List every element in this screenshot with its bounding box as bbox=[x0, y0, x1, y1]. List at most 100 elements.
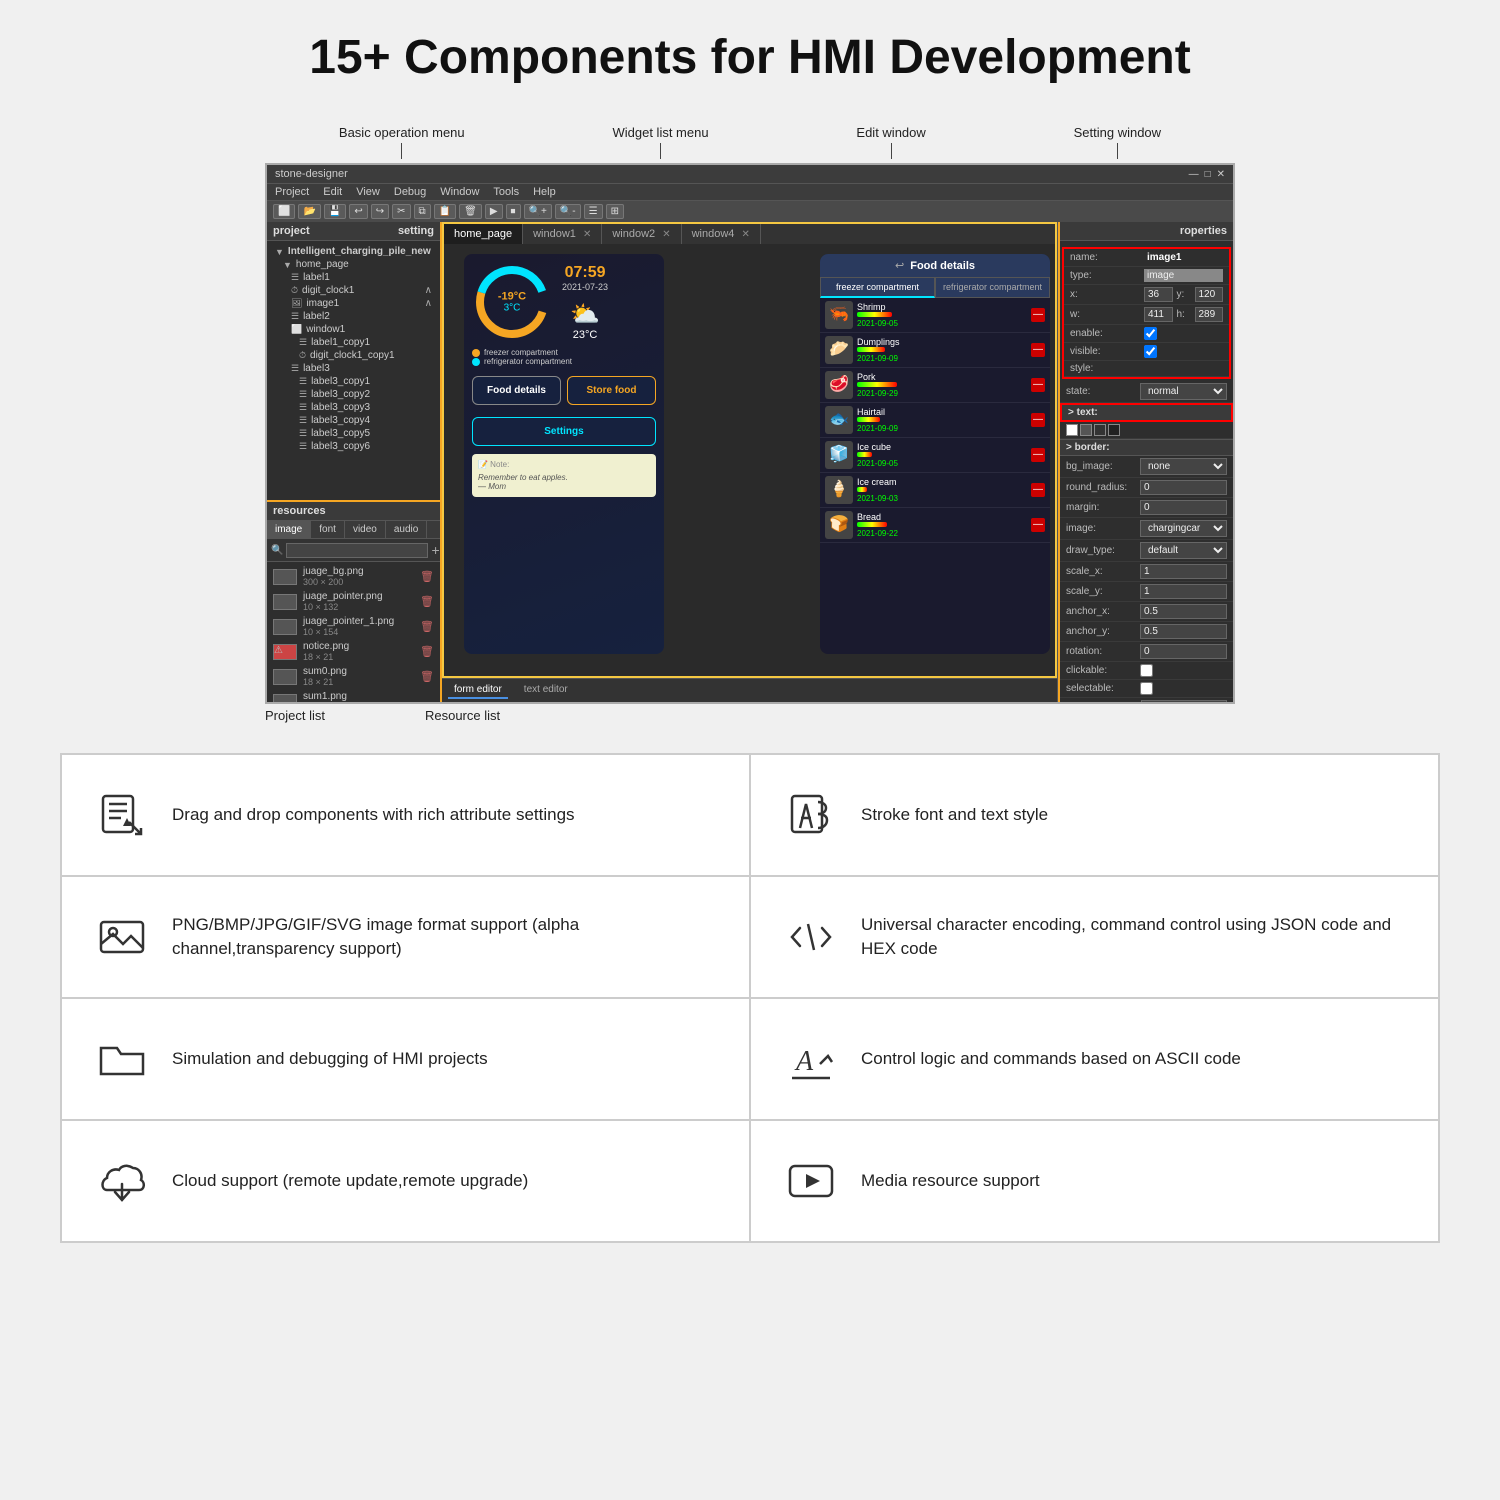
toolbar-save[interactable]: 💾 bbox=[324, 204, 346, 219]
prop-selectable-check[interactable] bbox=[1140, 682, 1153, 695]
delete-icon[interactable]: 🗑 bbox=[420, 570, 434, 583]
food-delete-btn[interactable]: — bbox=[1031, 378, 1045, 392]
prop-h-input[interactable] bbox=[1195, 307, 1224, 322]
toolbar-zoomout[interactable]: 🔍- bbox=[555, 204, 581, 219]
prop-color-swatch4[interactable] bbox=[1108, 424, 1120, 436]
hmi-store-food-btn[interactable]: Store food bbox=[567, 376, 656, 405]
tree-image1[interactable]: 🖼 image1 ∧ bbox=[267, 297, 440, 310]
toolbar-cut[interactable]: ✂ bbox=[392, 204, 410, 219]
menu-edit[interactable]: Edit bbox=[323, 186, 342, 198]
prop-anchor-x-input[interactable] bbox=[1140, 604, 1227, 619]
delete-icon[interactable]: 🗑 bbox=[420, 595, 434, 608]
ide-controls[interactable]: — □ ✕ bbox=[1189, 169, 1225, 180]
prop-state-select[interactable]: normal bbox=[1140, 383, 1227, 400]
prop-x-input[interactable] bbox=[1144, 287, 1173, 302]
tab-window1[interactable]: window1 ✕ bbox=[523, 224, 602, 244]
resource-item[interactable]: juage_pointer_1.png10 × 154 🗑 bbox=[267, 614, 440, 639]
food-delete-btn[interactable]: — bbox=[1031, 308, 1045, 322]
tree-digit-copy1[interactable]: ⏱ digit_clock1_copy1 bbox=[267, 349, 440, 362]
tree-label3-copy3[interactable]: ☰ label3_copy3 bbox=[267, 401, 440, 414]
toolbar-align[interactable]: ☰ bbox=[584, 204, 603, 219]
toolbar-run[interactable]: ▶ bbox=[485, 204, 503, 219]
toolbar-redo[interactable]: ↪ bbox=[371, 204, 389, 219]
menu-window[interactable]: Window bbox=[440, 186, 479, 198]
prop-anim-select[interactable]: 4 bbox=[1141, 700, 1227, 702]
food-delete-btn[interactable]: — bbox=[1031, 343, 1045, 357]
menu-debug[interactable]: Debug bbox=[394, 186, 426, 198]
resource-search-input[interactable] bbox=[286, 543, 428, 558]
add-resource-button[interactable]: + bbox=[431, 542, 439, 558]
resource-tab-audio[interactable]: audio bbox=[386, 521, 427, 538]
menu-help[interactable]: Help bbox=[533, 186, 556, 198]
delete-icon[interactable]: 🗑 bbox=[420, 620, 434, 633]
hmi-food-details-btn[interactable]: Food details bbox=[472, 376, 561, 405]
prop-margin-input[interactable] bbox=[1140, 500, 1227, 515]
prop-color-swatch1[interactable] bbox=[1066, 424, 1078, 436]
toolbar-paste[interactable]: 📋 bbox=[434, 204, 456, 219]
prop-clickable-check[interactable] bbox=[1140, 664, 1153, 677]
food-delete-btn[interactable]: — bbox=[1031, 413, 1045, 427]
resource-tab-font[interactable]: font bbox=[311, 521, 345, 538]
tree-digit-clock1[interactable]: ⏱ digit_clock1 ∧ bbox=[267, 284, 440, 297]
hmi-settings-btn[interactable]: Settings bbox=[472, 417, 656, 446]
toolbar-open[interactable]: 📂 bbox=[298, 204, 320, 219]
tree-root[interactable]: ▼ Intelligent_charging_pile_new bbox=[267, 245, 440, 258]
prop-color-swatch3[interactable] bbox=[1094, 424, 1106, 436]
prop-visible-check[interactable] bbox=[1144, 345, 1157, 358]
toolbar-stop[interactable]: ⏹ bbox=[506, 204, 521, 219]
delete-icon[interactable]: 🗑 bbox=[420, 670, 434, 683]
prop-anchor-y-input[interactable] bbox=[1140, 624, 1227, 639]
prop-color-swatch2[interactable] bbox=[1080, 424, 1092, 436]
menu-tools[interactable]: Tools bbox=[493, 186, 519, 198]
tree-label3-copy4[interactable]: ☰ label3_copy4 bbox=[267, 414, 440, 427]
food-tab-freezer[interactable]: freezer compartment bbox=[820, 277, 935, 298]
toolbar-undo[interactable]: ↩ bbox=[349, 204, 367, 219]
back-icon[interactable]: ↩ bbox=[895, 259, 904, 272]
tree-label3-copy2[interactable]: ☰ label3_copy2 bbox=[267, 388, 440, 401]
resource-tab-video[interactable]: video bbox=[345, 521, 386, 538]
tree-label3-copy5[interactable]: ☰ label3_copy5 bbox=[267, 427, 440, 440]
tab-form-editor[interactable]: form editor bbox=[448, 682, 508, 699]
prop-w-input[interactable] bbox=[1144, 307, 1173, 322]
resource-item[interactable]: juage_bg.png300 × 200 🗑 bbox=[267, 564, 440, 589]
props-highlighted-section: name: image1 type: image x: y: bbox=[1062, 247, 1231, 379]
prop-enable-check[interactable] bbox=[1144, 327, 1157, 340]
tab-text-editor[interactable]: text editor bbox=[518, 682, 574, 699]
prop-image-select[interactable]: chargingcar bbox=[1140, 520, 1227, 537]
resource-tab-image[interactable]: image bbox=[267, 521, 311, 538]
tree-home-page[interactable]: ▼ home_page bbox=[267, 258, 440, 271]
food-delete-btn[interactable]: — bbox=[1031, 483, 1045, 497]
food-delete-btn[interactable]: — bbox=[1031, 518, 1045, 532]
tree-label3-copy6[interactable]: ☰ label3_copy6 bbox=[267, 440, 440, 453]
delete-icon[interactable]: 🗑 bbox=[420, 645, 434, 658]
menu-view[interactable]: View bbox=[356, 186, 380, 198]
tree-label1-copy1[interactable]: ☰ label1_copy1 bbox=[267, 336, 440, 349]
toolbar-zoomin[interactable]: 🔍+ bbox=[524, 204, 552, 219]
tree-label3-copy1[interactable]: ☰ label3_copy1 bbox=[267, 375, 440, 388]
resource-item[interactable]: ⚠ notice.png18 × 21 🗑 bbox=[267, 639, 440, 664]
tree-label3[interactable]: ☰ label3 bbox=[267, 362, 440, 375]
toolbar-new[interactable]: ⬜ bbox=[273, 204, 295, 219]
tab-home-page[interactable]: home_page bbox=[444, 224, 523, 244]
resource-item[interactable]: sum0.png18 × 21 🗑 bbox=[267, 664, 440, 689]
menu-project[interactable]: Project bbox=[275, 186, 309, 198]
prop-draw-type-select[interactable]: default bbox=[1140, 542, 1227, 559]
food-tab-fridge[interactable]: refrigerator compartment bbox=[935, 277, 1050, 298]
prop-radius-input[interactable] bbox=[1140, 480, 1227, 495]
prop-scale-y-input[interactable] bbox=[1140, 584, 1227, 599]
tree-label2[interactable]: ☰ label2 bbox=[267, 310, 440, 323]
resource-item[interactable]: sum1.png18 × 21 bbox=[267, 689, 440, 702]
tab-window4[interactable]: window4 ✕ bbox=[682, 224, 761, 244]
toolbar-copy[interactable]: ⧉ bbox=[414, 204, 431, 219]
toolbar-grid[interactable]: ⊞ bbox=[606, 204, 624, 219]
tree-label1[interactable]: ☰ label1 bbox=[267, 271, 440, 284]
prop-bg-image-select[interactable]: none bbox=[1140, 458, 1227, 475]
prop-rotation-input[interactable] bbox=[1140, 644, 1227, 659]
prop-scale-x-input[interactable] bbox=[1140, 564, 1227, 579]
toolbar-delete[interactable]: 🗑 bbox=[459, 204, 482, 219]
tab-window2[interactable]: window2 ✕ bbox=[602, 224, 681, 244]
resource-item[interactable]: juage_pointer.png10 × 132 🗑 bbox=[267, 589, 440, 614]
food-delete-btn[interactable]: — bbox=[1031, 448, 1045, 462]
prop-y-input[interactable] bbox=[1195, 287, 1224, 302]
tree-window1[interactable]: ⬜ window1 bbox=[267, 323, 440, 336]
